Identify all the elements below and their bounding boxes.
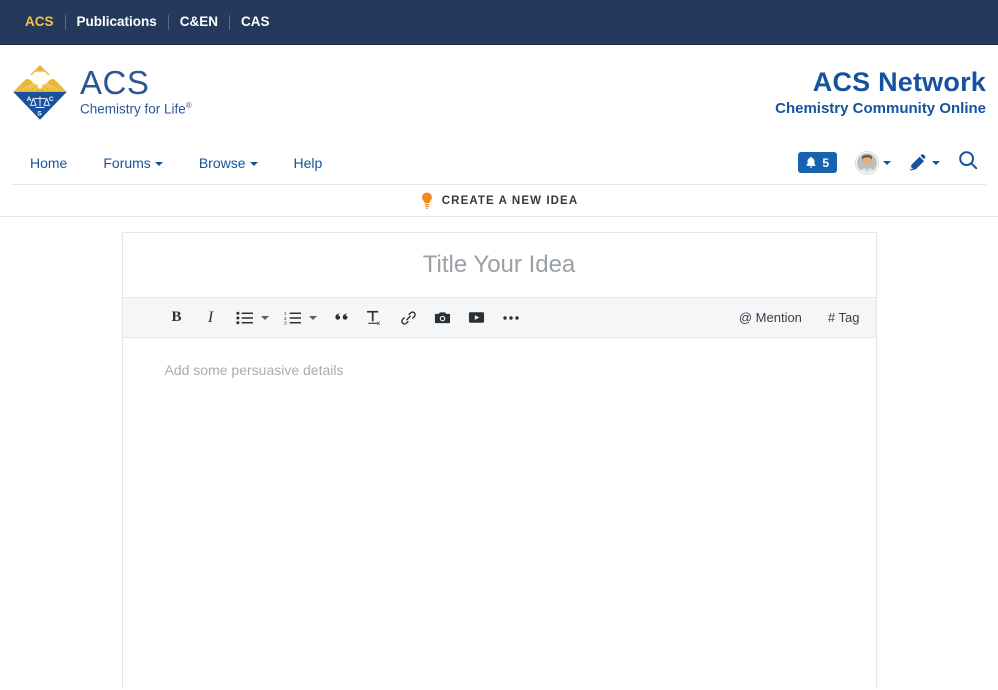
network-branding: ACS Network Chemistry Community Online [775,68,988,117]
svg-text:C: C [49,95,54,102]
topbar-link-cen[interactable]: C&EN [169,15,229,29]
video-button[interactable] [467,305,487,331]
ellipsis-icon [502,315,520,321]
lightbulb-icon [420,192,434,209]
nav-item-label: Help [294,155,323,171]
nav-item-help[interactable]: Help [276,149,341,177]
user-avatar-icon [855,151,879,175]
compose-button[interactable] [909,153,940,172]
nav-item-forums[interactable]: Forums [85,149,180,177]
acs-diamond-logo-icon: A C S [12,64,68,122]
numbered-list-icon: 1 2 3 [284,311,301,325]
toolbar-insert-buttons: @ Mention # Tag [739,310,860,325]
image-button[interactable] [433,305,453,331]
idea-body-editor[interactable]: Add some persuasive details [123,338,876,689]
acs-wordmark-text: ACS [80,66,192,99]
network-subtitle: Chemistry Community Online [775,101,986,118]
nav-actions: 5 [798,150,986,175]
search-button[interactable] [958,150,978,175]
acs-tagline-text: Chemistry for Life [80,101,186,116]
clear-format-icon: x [366,310,383,326]
pencil-icon [909,153,928,172]
acs-tagline: Chemistry for Life® [80,102,192,116]
clear-formatting-button[interactable]: x [365,305,385,331]
idea-title-input[interactable] [123,250,876,280]
bold-button[interactable]: B [167,305,187,331]
quote-icon [332,311,349,324]
brand-header: A C S ACS Chemistry for Life® ACS Networ… [0,45,998,140]
chevron-down-icon [155,162,163,166]
editor-toolbar: B I 1 2 [123,297,876,338]
nav-item-label: Forums [103,155,150,171]
create-idea-banner: CREATE A NEW IDEA [0,185,998,217]
editor-stage: B I 1 2 [0,217,998,689]
nav-links: Home Forums Browse Help [12,149,340,177]
acs-wordmark: ACS Chemistry for Life® [80,66,192,120]
topbar-link-acs[interactable]: ACS [14,15,65,29]
main-navigation: Home Forums Browse Help 5 [0,140,998,185]
idea-body-placeholder: Add some persuasive details [165,362,834,378]
idea-editor-card: B I 1 2 [122,232,877,689]
video-icon [468,311,485,324]
mention-button[interactable]: @ Mention [739,310,802,325]
italic-button[interactable]: I [201,305,221,331]
svg-text:x: x [377,320,381,326]
toolbar-format-buttons: B I 1 2 [167,305,535,331]
chevron-down-icon [883,161,891,165]
link-button[interactable] [399,305,419,331]
topbar-link-publications[interactable]: Publications [66,15,168,29]
svg-text:3: 3 [284,320,287,324]
nav-item-label: Browse [199,155,246,171]
svg-text:A: A [27,95,32,102]
nav-item-home[interactable]: Home [12,149,85,177]
numbered-list-button[interactable]: 1 2 3 [283,305,303,331]
notifications-button[interactable]: 5 [798,152,837,173]
chevron-down-icon [250,162,258,166]
user-avatar-button[interactable] [855,151,891,175]
bulleted-list-button[interactable] [235,305,255,331]
bell-icon [805,156,817,169]
link-icon [400,310,417,326]
camera-icon [434,311,451,325]
top-utility-bar: ACS Publications C&EN CAS [0,0,998,45]
create-idea-label: CREATE A NEW IDEA [442,195,578,207]
svg-text:S: S [37,110,42,117]
acs-logo-link[interactable]: A C S ACS Chemistry for Life® [12,64,192,122]
tag-button[interactable]: # Tag [828,310,860,325]
search-icon [958,150,978,170]
registered-mark: ® [186,101,192,110]
nav-item-label: Home [30,155,67,171]
network-title: ACS Network [775,68,986,98]
more-button[interactable] [501,305,521,331]
topbar-link-cas[interactable]: CAS [230,15,281,29]
notification-count: 5 [822,156,829,170]
numbered-list-dropdown[interactable] [309,316,317,320]
bulleted-list-icon [236,311,253,325]
chevron-down-icon [932,161,940,165]
bulleted-list-dropdown[interactable] [261,316,269,320]
nav-item-browse[interactable]: Browse [181,149,276,177]
idea-title-row [123,233,876,297]
blockquote-button[interactable] [331,305,351,331]
